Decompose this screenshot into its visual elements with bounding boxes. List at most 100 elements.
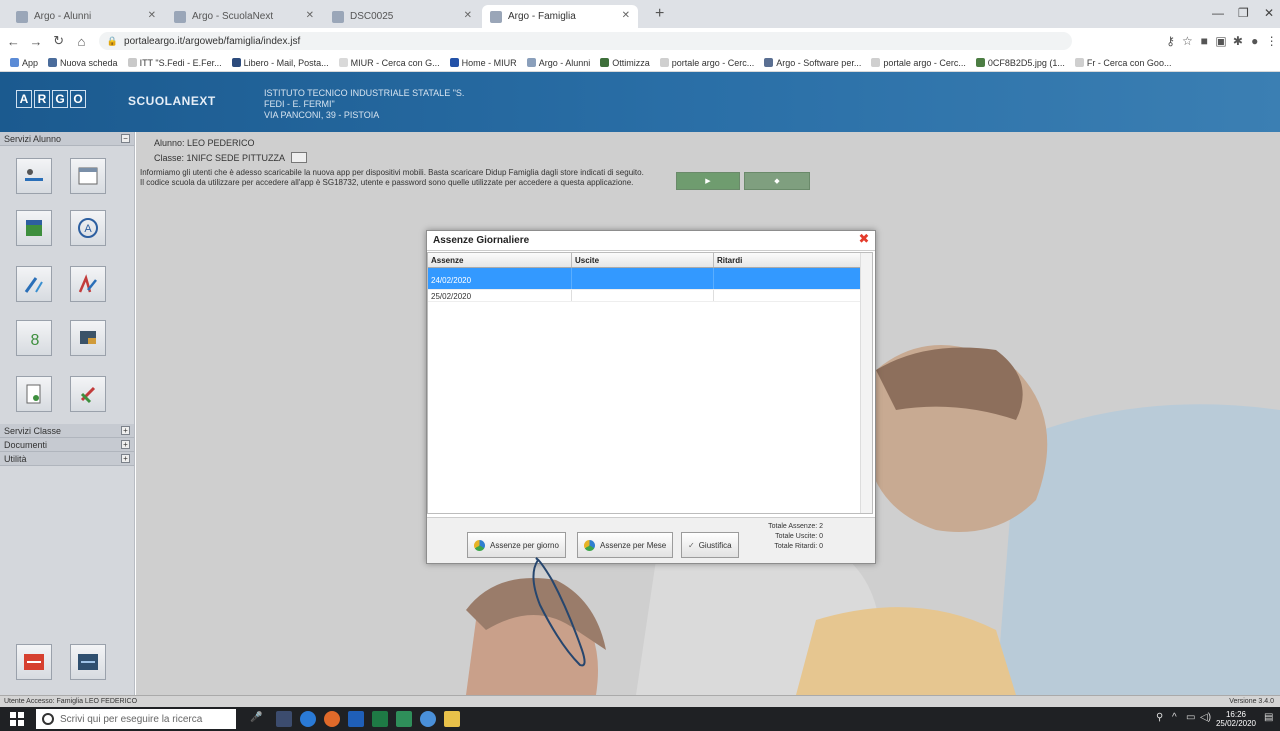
close-tab-icon[interactable]: ✕ bbox=[306, 10, 314, 21]
edge-icon[interactable] bbox=[300, 711, 316, 727]
home-icon[interactable]: ⌂ bbox=[72, 34, 91, 49]
browser-tab-active[interactable]: Argo - Famiglia ✕ bbox=[482, 5, 638, 28]
sidebar-section-servizi-classe[interactable]: Servizi Classe + bbox=[0, 424, 134, 438]
browser-tab-strip: Argo - Alunni ✕ Argo - ScuolaNext ✕ DSC0… bbox=[0, 0, 1280, 28]
table-row[interactable]: 24/02/2020 bbox=[428, 268, 872, 290]
taskbar-clock[interactable]: 16:26 25/02/2020 bbox=[1216, 710, 1256, 728]
minimize-icon[interactable]: — bbox=[1212, 6, 1224, 20]
app-store-badge[interactable]: ◆ bbox=[744, 172, 810, 190]
people-icon[interactable]: ⚲ bbox=[1156, 712, 1163, 723]
bookmark[interactable]: Ottimizza bbox=[600, 58, 650, 68]
taskbar-search[interactable]: Scrivi qui per eseguire la ricerca bbox=[36, 709, 236, 729]
settings-button[interactable] bbox=[70, 644, 106, 680]
board-icon bbox=[80, 386, 96, 404]
forward-icon[interactable]: → bbox=[27, 34, 46, 49]
absences-icon bbox=[26, 220, 42, 236]
calendar-icon bbox=[78, 167, 98, 185]
bookmark[interactable]: Argo - Software per... bbox=[764, 58, 861, 68]
vertical-scrollbar[interactable] bbox=[860, 253, 872, 513]
column-header-assenze[interactable]: Assenze bbox=[428, 253, 572, 267]
orario-button[interactable]: 8 bbox=[16, 320, 52, 356]
microphone-icon[interactable]: 🎤 bbox=[250, 712, 262, 723]
maximize-icon[interactable]: ❐ bbox=[1238, 6, 1249, 20]
expand-icon[interactable]: + bbox=[121, 440, 130, 449]
close-tab-icon[interactable]: ✕ bbox=[622, 10, 630, 21]
expand-icon[interactable]: + bbox=[121, 426, 130, 435]
key-icon[interactable]: ⚷ bbox=[1162, 34, 1179, 48]
bookmark[interactable]: MIUR - Cerca con G... bbox=[338, 58, 440, 68]
menu-icon[interactable]: ⋮ bbox=[1263, 34, 1280, 48]
bookmark[interactable]: Nuova scheda bbox=[48, 58, 118, 68]
close-tab-icon[interactable]: ✕ bbox=[464, 10, 472, 21]
bookmark-icon bbox=[659, 58, 669, 67]
star-icon[interactable]: ☆ bbox=[1179, 34, 1196, 48]
assenze-per-giorno-button[interactable]: Assenze per giorno bbox=[467, 532, 566, 558]
browser-tab[interactable]: DSC0025 ✕ bbox=[324, 5, 480, 28]
close-tab-icon[interactable]: ✕ bbox=[148, 10, 156, 21]
bookmark-icon bbox=[871, 58, 881, 67]
dati-anagrafici-button[interactable] bbox=[16, 158, 52, 194]
voti-scrutinio-button[interactable] bbox=[70, 266, 106, 302]
app-icon[interactable] bbox=[396, 711, 412, 727]
firefox-icon[interactable] bbox=[324, 711, 340, 727]
bookmark[interactable]: ITT "S.Fedi - E.Fer... bbox=[127, 58, 222, 68]
puzzle-icon[interactable]: ✱ bbox=[1230, 34, 1247, 48]
extension-icon[interactable]: ▣ bbox=[1213, 34, 1230, 48]
calendario-button[interactable] bbox=[70, 158, 106, 194]
tray-chevron-icon[interactable]: ^ bbox=[1172, 712, 1177, 723]
timetable-icon: 8 bbox=[31, 332, 40, 349]
change-class-button[interactable] bbox=[291, 152, 308, 163]
assenze-button[interactable] bbox=[16, 210, 52, 246]
column-header-ritardi[interactable]: Ritardi bbox=[714, 253, 862, 267]
profile-avatar-icon[interactable]: ● bbox=[1246, 34, 1263, 48]
file-explorer-icon[interactable] bbox=[444, 711, 460, 727]
collapse-icon[interactable]: − bbox=[121, 134, 130, 143]
column-header-uscite[interactable]: Uscite bbox=[572, 253, 714, 267]
browser-tab[interactable]: Argo - ScuolaNext ✕ bbox=[166, 5, 322, 28]
task-view-icon[interactable] bbox=[276, 711, 292, 727]
assenze-giornaliere-dialog: Assenze Giornaliere ✖ Assenze Uscite Rit… bbox=[426, 230, 876, 564]
expand-icon[interactable]: + bbox=[121, 454, 130, 463]
note-button[interactable] bbox=[70, 320, 106, 356]
network-icon[interactable]: ▭ bbox=[1186, 712, 1195, 723]
volume-icon[interactable]: ◁) bbox=[1200, 712, 1211, 723]
bookmark-apps[interactable]: App bbox=[10, 58, 38, 68]
close-icon[interactable]: ✖ bbox=[857, 232, 871, 246]
argomenti-button[interactable]: A bbox=[70, 210, 106, 246]
windows-start-icon[interactable] bbox=[10, 712, 24, 726]
google-play-badge[interactable]: ▶ bbox=[676, 172, 740, 190]
bookmark[interactable]: Argo - Alunni bbox=[526, 58, 590, 68]
bookmark[interactable]: portale argo - Cerc... bbox=[659, 58, 754, 68]
bookmark[interactable]: 0CF8B2D5.jpg (1... bbox=[975, 58, 1065, 68]
sidebar-section-documenti[interactable]: Documenti + bbox=[0, 438, 134, 452]
close-window-icon[interactable]: ✕ bbox=[1264, 6, 1274, 20]
personal-data-icon bbox=[25, 169, 43, 181]
cell-assenze: 24/02/2020 bbox=[428, 268, 572, 289]
excel-icon[interactable] bbox=[372, 711, 388, 727]
extension-icon[interactable]: ■ bbox=[1196, 34, 1213, 48]
bookmark[interactable]: Libero - Mail, Posta... bbox=[231, 58, 329, 68]
browser-tab[interactable]: Argo - Alunni ✕ bbox=[8, 5, 164, 28]
grades-icon bbox=[24, 277, 43, 293]
bookmark[interactable]: portale argo - Cerc... bbox=[871, 58, 966, 68]
back-icon[interactable]: ← bbox=[4, 34, 23, 49]
sidebar-section-utilita[interactable]: Utilità + bbox=[0, 452, 134, 466]
voti-button[interactable] bbox=[16, 266, 52, 302]
bookmark-icon bbox=[764, 58, 774, 67]
documenti-button[interactable] bbox=[16, 376, 52, 412]
word-icon[interactable] bbox=[348, 711, 364, 727]
giustifica-button[interactable]: ✓ Giustifica bbox=[681, 532, 739, 558]
bookmark[interactable]: Fr - Cerca con Goo... bbox=[1074, 58, 1171, 68]
bookmark[interactable]: Home - MIUR bbox=[449, 58, 517, 68]
reload-icon[interactable]: ↻ bbox=[49, 33, 68, 49]
bookmark-icon bbox=[48, 58, 58, 67]
notifications-icon[interactable]: ▤ bbox=[1264, 712, 1273, 723]
address-bar[interactable]: 🔒 portaleargo.it/argoweb/famiglia/index.… bbox=[98, 32, 1073, 50]
sidebar-section-servizi-alunno[interactable]: Servizi Alunno − bbox=[0, 132, 134, 146]
bacheca-button[interactable] bbox=[70, 376, 106, 412]
table-row[interactable]: 25/02/2020 bbox=[428, 290, 872, 302]
chrome-icon[interactable] bbox=[420, 711, 436, 727]
new-tab-icon[interactable]: + bbox=[655, 5, 664, 23]
assenze-per-mese-button[interactable]: Assenze per Mese bbox=[577, 532, 674, 558]
logout-button[interactable] bbox=[16, 644, 52, 680]
